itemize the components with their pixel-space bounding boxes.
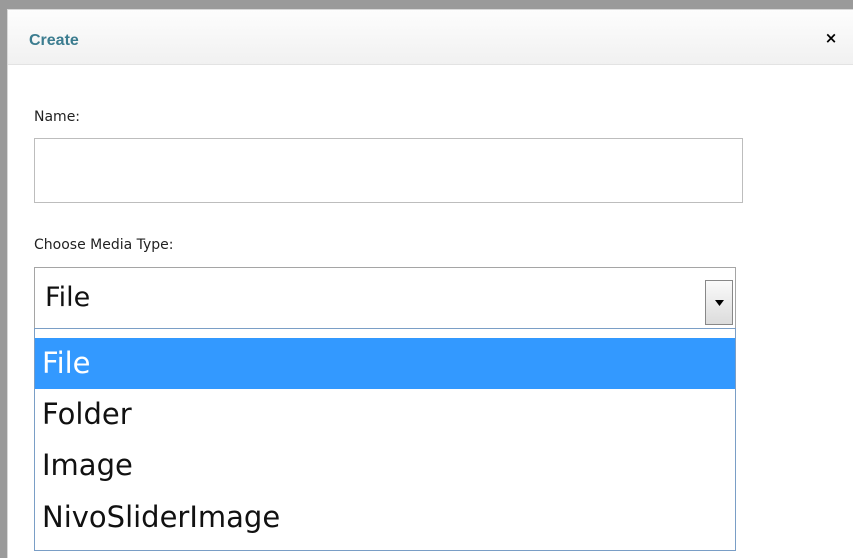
create-dialog: Create × Name: Choose Media Type: File F… bbox=[7, 9, 853, 558]
media-type-selected-value: File bbox=[45, 282, 91, 313]
name-label: Name: bbox=[34, 109, 81, 125]
dialog-title: Create bbox=[29, 32, 79, 49]
media-type-options-list: File Folder Image NivoSliderImage bbox=[34, 328, 736, 551]
dropdown-arrow-button[interactable] bbox=[705, 280, 733, 325]
option-file[interactable]: File bbox=[35, 338, 735, 389]
dialog-titlebar: Create × bbox=[8, 10, 853, 65]
media-type-select[interactable]: File bbox=[34, 267, 736, 329]
option-nivosliderimage[interactable]: NivoSliderImage bbox=[35, 492, 735, 543]
chevron-down-icon bbox=[715, 300, 724, 306]
name-input[interactable] bbox=[34, 138, 743, 203]
option-image[interactable]: Image bbox=[35, 440, 735, 491]
option-folder[interactable]: Folder bbox=[35, 389, 735, 440]
close-icon[interactable]: × bbox=[820, 27, 842, 49]
media-type-label: Choose Media Type: bbox=[34, 237, 174, 253]
